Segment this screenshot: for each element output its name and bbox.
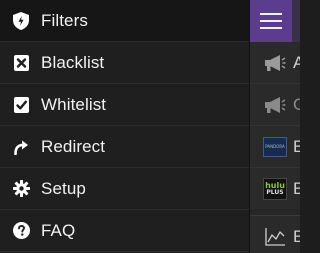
pandora-logo-icon: PANDORA (263, 136, 287, 158)
list-item[interactable]: E (250, 216, 300, 253)
menu-item-whitelist[interactable]: Whitelist (0, 84, 249, 126)
line-chart-icon (263, 226, 287, 248)
hamburger-icon[interactable] (250, 0, 292, 42)
app-screen: Filters Blacklist Whitelist Redirect Set… (0, 0, 300, 253)
main-content-peek: A G PANDORA E hulu PLUS E E (249, 0, 300, 253)
list-item[interactable]: hulu PLUS E (250, 168, 300, 210)
menu-item-label: Whitelist (41, 94, 107, 114)
menu-item-label: Filters (41, 10, 88, 30)
hulu-plus-logo-icon: hulu PLUS (263, 177, 287, 200)
menu-item-setup[interactable]: Setup (0, 168, 249, 210)
check-box-icon (12, 96, 30, 114)
redirect-arrow-icon (12, 138, 30, 156)
menu-item-faq[interactable]: FAQ (0, 210, 249, 252)
hulu-badge-line1: hulu (265, 180, 285, 190)
list-item-title: E (293, 178, 300, 198)
pandora-badge-text: PANDORA (263, 136, 287, 157)
list-item-title: E (293, 227, 300, 246)
list-item-title: G (293, 94, 300, 114)
megaphone-icon (263, 94, 287, 116)
shield-icon (12, 11, 30, 30)
x-box-icon (12, 54, 30, 72)
question-circle-icon (12, 222, 30, 240)
menu-item-filters[interactable]: Filters (0, 0, 249, 42)
menu-item-redirect[interactable]: Redirect (0, 126, 249, 168)
top-bar (250, 0, 300, 42)
menu-item-blacklist[interactable]: Blacklist (0, 42, 249, 84)
hulu-badge-line2: PLUS (266, 188, 284, 196)
section-divider (250, 209, 300, 216)
list-item[interactable]: A (250, 42, 300, 84)
list-item[interactable]: PANDORA E (250, 126, 300, 168)
menu-item-label: Blacklist (41, 52, 105, 72)
menu-item-label: Redirect (41, 136, 106, 156)
navigation-drawer: Filters Blacklist Whitelist Redirect Set… (0, 0, 249, 253)
list-item-title: E (293, 136, 300, 156)
gear-icon (12, 180, 30, 198)
menu-item-label: Setup (41, 178, 86, 198)
list-item-title: A (293, 52, 300, 72)
menu-item-label: FAQ (41, 220, 76, 240)
list-item[interactable]: G (250, 84, 300, 126)
megaphone-icon (263, 52, 287, 74)
